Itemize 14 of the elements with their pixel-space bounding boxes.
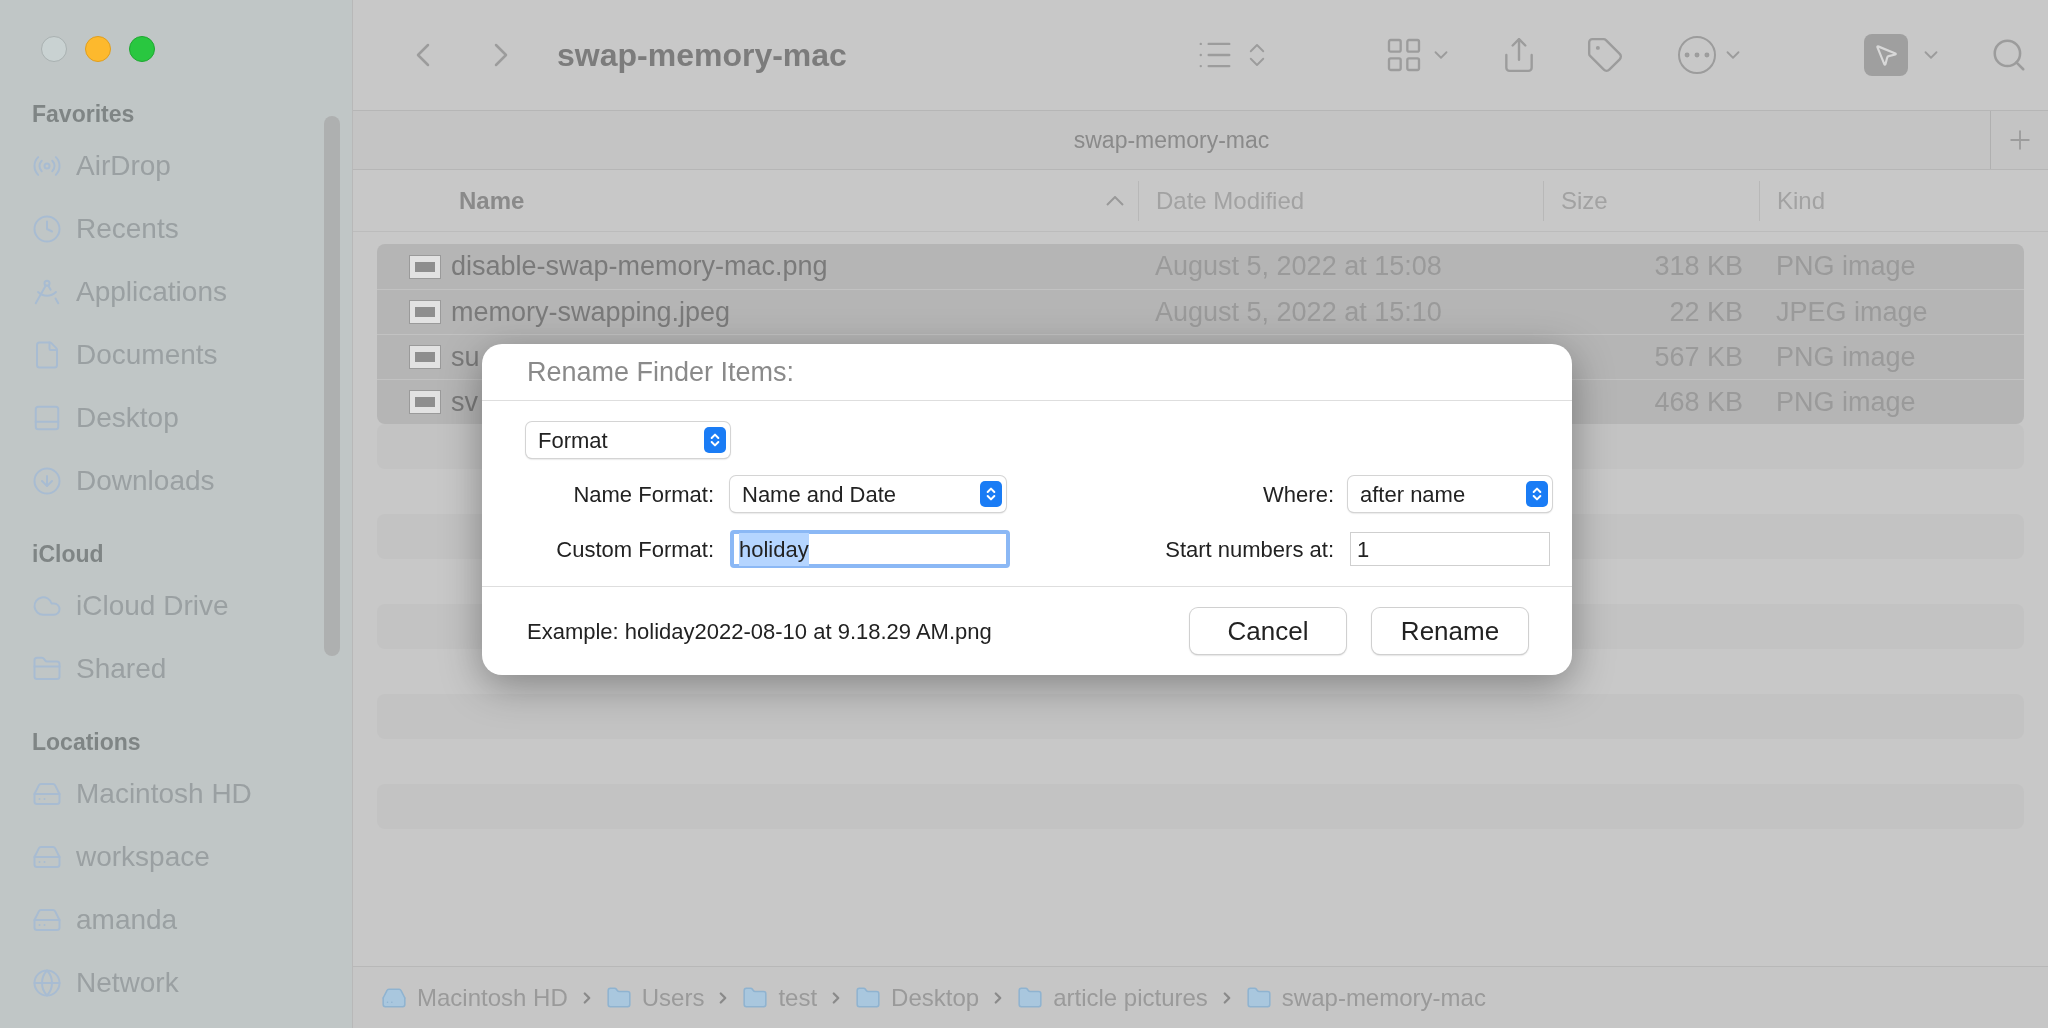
field-label: Custom Format: xyxy=(555,535,714,564)
file-name: su xyxy=(451,340,480,374)
dialog-title: Rename Finder Items: xyxy=(527,355,795,389)
window-title: swap-memory-mac xyxy=(557,36,847,75)
field-label: Start numbers at: xyxy=(1164,535,1334,564)
example-text: Example: holiday2022-08-10 at 9.18.29 AM.png xyxy=(527,617,992,646)
sidebar-section-title: Favorites xyxy=(32,100,136,129)
field-label: Where: xyxy=(1262,480,1334,509)
file-name: memory-swapping.jpeg xyxy=(451,295,731,329)
sidebar-section-title: iCloud xyxy=(32,540,105,569)
file-name: disable-swap-memory-mac.png xyxy=(451,250,828,284)
file-name: sv xyxy=(451,385,478,419)
field-label: Name Format: xyxy=(572,480,714,509)
sidebar-section-title: Locations xyxy=(32,728,142,757)
